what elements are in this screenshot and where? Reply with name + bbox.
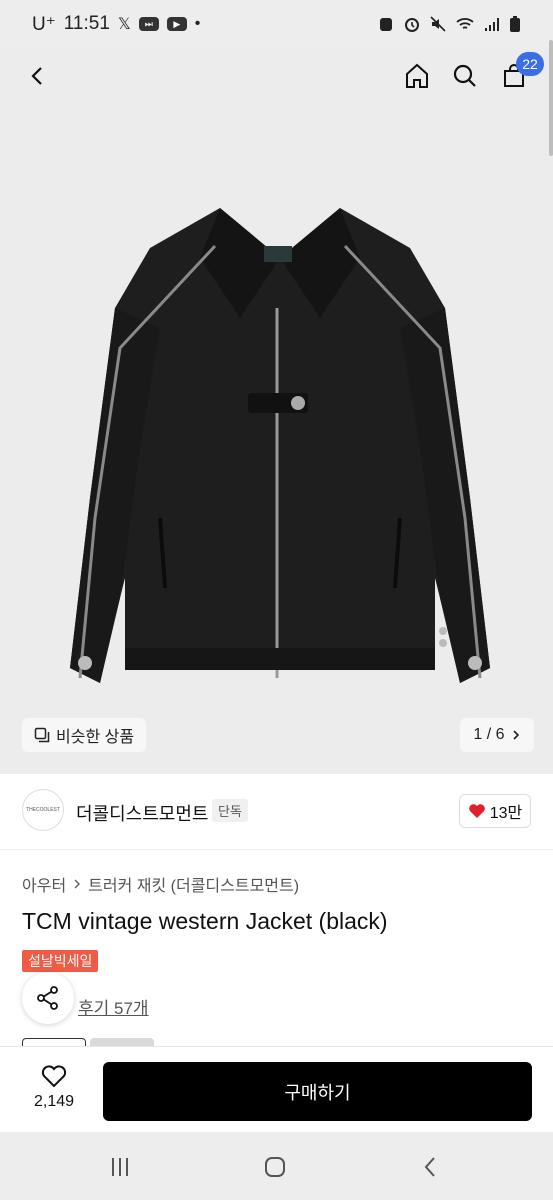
copy-icon [34,727,50,743]
mute-icon [430,16,446,32]
similar-products-button[interactable]: 비슷한 상품 [22,718,147,752]
share-icon [37,986,58,1010]
signal-icon [485,18,499,31]
breadcrumb-subcategory[interactable]: 트러커 재킷 (더콜디스트모먼트) [88,872,299,896]
system-navigation-bar [0,1132,553,1200]
chevron-right-icon [74,879,81,889]
search-button[interactable] [445,56,485,96]
system-back-button[interactable] [410,1152,450,1182]
product-image-gallery[interactable]: 비슷한 상품 1 / 6 [0,48,553,774]
youtube-icon: ▶ [166,17,187,31]
back-button[interactable] [18,56,58,96]
option-chip[interactable] [22,1038,86,1046]
option-chip[interactable] [90,1038,154,1046]
review-link[interactable]: 후기 57개 [78,994,149,1019]
back-arrow-icon [31,67,42,85]
brand-logo-text: THECOOLEST [26,807,60,813]
purchase-bar: 2,149 구매하기 [0,1046,553,1132]
system-home-button[interactable] [255,1152,295,1182]
system-home-icon [265,1157,285,1177]
brand-like-button[interactable]: 13만 [459,794,531,828]
similar-products-label: 비슷한 상품 [56,729,135,746]
brand-name[interactable]: 더콜디스트모먼트 [76,800,208,826]
wishlist-button[interactable]: 2,149 [22,1063,86,1119]
sale-badge: 설날빅세일 [22,950,99,972]
battery-icon [510,16,520,32]
breadcrumb: 아우터 트러커 재킷 (더콜디스트모먼트) [22,872,299,896]
wishlist-count: 2,149 [33,1093,75,1110]
alarm-icon [405,18,419,32]
status-bar: U⁺ 11:51 𝕏 ⏭ ▶ • [0,0,553,48]
status-time: 11:51 [63,13,110,34]
more-notifications-icon: • [194,15,201,32]
page-indicator-text: 1 / 6 [473,726,505,743]
brand-like-count: 13만 [489,805,523,822]
home-button[interactable] [397,56,437,96]
breadcrumb-category[interactable]: 아우터 [22,872,66,896]
product-title: TCM vintage western Jacket (black) [22,908,388,934]
jacket-illustration [70,208,490,683]
lock-app-icon [380,18,392,31]
recent-apps-button[interactable] [100,1152,140,1182]
buy-button[interactable]: 구매하기 [103,1062,532,1121]
carrier-label: U⁺ [32,13,56,35]
top-navigation: 22 [0,48,553,104]
x-app-icon: 𝕏 [117,16,131,33]
product-image [50,198,510,748]
image-page-counter[interactable]: 1 / 6 [460,718,534,752]
cart-button[interactable]: 22 [494,52,544,96]
search-icon [453,64,476,87]
exclusive-tag: 단독 [212,799,248,822]
recent-apps-icon [112,1158,128,1176]
brand-logo[interactable]: THECOOLEST [22,789,64,831]
status-left: U⁺ 11:51 𝕏 ⏭ ▶ • [32,13,200,36]
share-button[interactable] [22,972,74,1024]
media-app-icon: ⏭ [138,17,159,31]
heart-outline-icon [41,1065,67,1088]
status-right [377,15,521,33]
system-back-icon [424,1157,435,1177]
chevron-right-icon [512,730,519,740]
brand-row: THECOOLEST 더콜디스트모먼트 단독 13만 [0,774,553,850]
wifi-icon [456,18,474,29]
cart-count-badge: 22 [516,52,544,76]
heart-filled-icon [468,804,485,818]
home-icon [406,63,428,88]
